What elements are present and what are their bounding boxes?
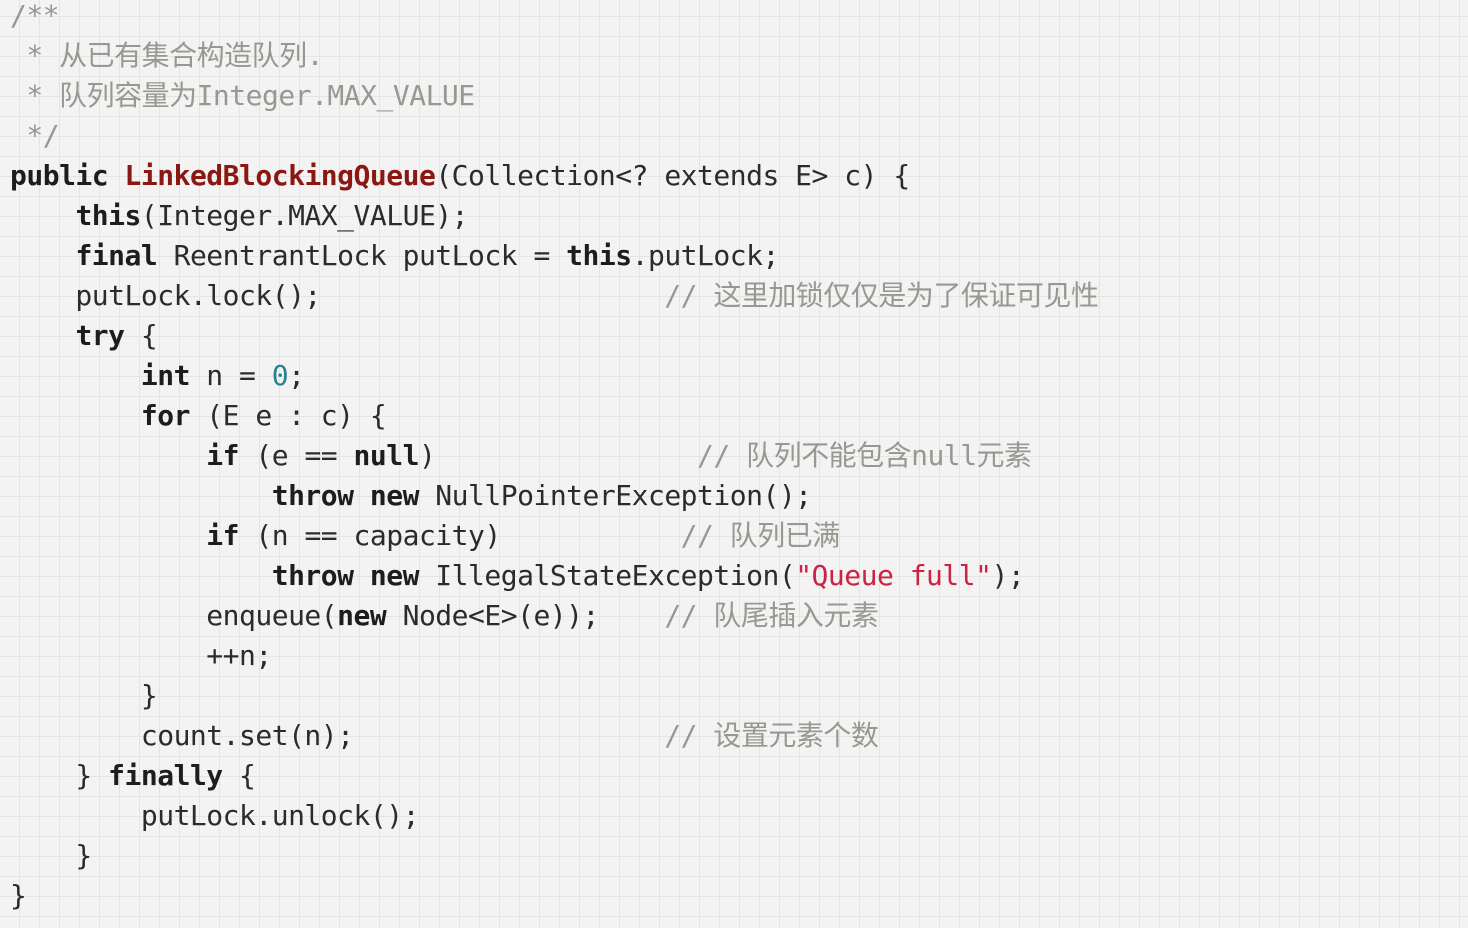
code-token: .putLock;	[631, 239, 780, 272]
code-token: (Collection<? extends E> c) {	[435, 159, 910, 192]
code-token: {	[124, 319, 158, 352]
code-token: }	[10, 839, 92, 872]
method-name-token: LinkedBlockingQueue	[124, 159, 436, 192]
comment-token: */	[10, 119, 60, 152]
code-token: }	[10, 759, 109, 792]
code-token: Node<E>(e));	[386, 599, 665, 632]
code-line: this(Integer.MAX_VALUE);	[10, 196, 1098, 236]
keyword-token: new	[369, 559, 420, 592]
code-line: * 从已有集合构造队列.	[10, 36, 1098, 76]
comment-token: // 队列已满	[680, 519, 841, 552]
code-line: final ReentrantLock putLock = this.putLo…	[10, 236, 1098, 276]
keyword-token: throw	[271, 559, 354, 592]
keyword-token: null	[353, 439, 420, 472]
code-block: /** * 从已有集合构造队列. * 队列容量为Integer.MAX_VALU…	[10, 0, 1099, 916]
code-line: int n = 0;	[10, 356, 1098, 396]
code-line: /**	[10, 0, 1098, 36]
code-line: enqueue(new Node<E>(e)); // 队尾插入元素	[10, 596, 1098, 636]
code-token: NullPointerException();	[418, 479, 812, 512]
keyword-token: new	[369, 479, 420, 512]
comment-token: // 设置元素个数	[664, 719, 879, 752]
code-line: */	[10, 116, 1098, 156]
code-token: }	[10, 879, 27, 912]
code-token: (e ==	[239, 439, 354, 472]
keyword-token: this	[566, 239, 632, 272]
keyword-token: int	[140, 359, 191, 392]
comment-token: * 队列容量为Integer.MAX_VALUE	[10, 79, 475, 112]
code-line: putLock.unlock();	[10, 796, 1098, 836]
code-token: n =	[189, 359, 272, 392]
comment-token: // 队尾插入元素	[664, 599, 879, 632]
keyword-token: finally	[108, 759, 223, 792]
code-line: }	[10, 676, 1098, 716]
keyword-token: if	[206, 439, 240, 472]
code-token: }	[10, 679, 158, 712]
code-line: public LinkedBlockingQueue(Collection<? …	[10, 156, 1098, 196]
code-token: IllegalStateException(	[418, 559, 796, 592]
code-token: {	[222, 759, 256, 792]
code-line: }	[10, 836, 1098, 876]
number-literal-token: 0	[271, 359, 289, 392]
code-line: ++n;	[10, 636, 1098, 676]
keyword-token: new	[337, 599, 387, 632]
code-line: }	[10, 876, 1098, 916]
keyword-token: if	[206, 519, 240, 552]
code-line: count.set(n); // 设置元素个数	[10, 716, 1098, 756]
code-token: putLock.lock();	[10, 279, 665, 312]
code-token: )	[418, 439, 698, 472]
comment-token: // 这里加锁仅仅是为了保证可见性	[664, 279, 1099, 312]
keyword-token: try	[75, 319, 125, 352]
keyword-token: for	[140, 399, 191, 432]
code-line: throw new NullPointerException();	[10, 476, 1098, 516]
code-line: for (E e : c) {	[10, 396, 1098, 436]
comment-token: // 队列不能包含null元素	[697, 439, 1032, 472]
code-line: if (e == null) // 队列不能包含null元素	[10, 436, 1098, 476]
code-token: );	[991, 559, 1025, 592]
code-token: ;	[288, 359, 305, 392]
code-token: count.set(n);	[10, 719, 665, 752]
code-line: * 队列容量为Integer.MAX_VALUE	[10, 76, 1098, 116]
keyword-token: throw	[271, 479, 354, 512]
code-line: try {	[10, 316, 1098, 356]
code-token: (E e : c) {	[189, 399, 387, 432]
keyword-token: final	[75, 239, 158, 272]
keyword-token: public	[10, 159, 109, 192]
code-token: putLock.unlock();	[10, 799, 420, 832]
code-token: (n == capacity)	[239, 519, 681, 552]
code-token: ++n;	[10, 639, 272, 672]
code-token: ReentrantLock putLock =	[157, 239, 567, 272]
code-line: putLock.lock(); // 这里加锁仅仅是为了保证可见性	[10, 276, 1098, 316]
code-line: if (n == capacity) // 队列已满	[10, 516, 1098, 556]
comment-token: /**	[10, 0, 60, 32]
string-literal-token: "Queue full"	[795, 559, 992, 592]
code-line: } finally {	[10, 756, 1098, 796]
keyword-token: this	[75, 199, 141, 232]
code-line: throw new IllegalStateException("Queue f…	[10, 556, 1098, 596]
code-token: enqueue(	[10, 599, 338, 632]
code-token: (Integer.MAX_VALUE);	[140, 199, 469, 232]
comment-token: * 从已有集合构造队列.	[10, 39, 323, 72]
